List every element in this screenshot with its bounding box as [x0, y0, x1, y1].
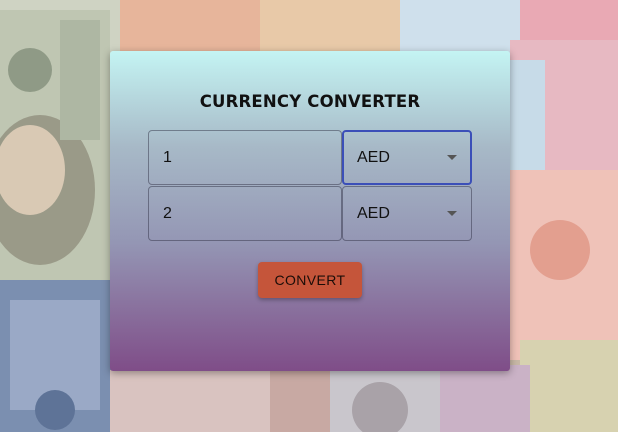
to-currency-select[interactable]: AED — [342, 186, 472, 241]
from-amount-input[interactable] — [149, 131, 341, 184]
to-currency-value: AED — [357, 204, 390, 222]
converter-card: CURRENCY CONVERTER AED AED CONVERT — [110, 51, 510, 371]
convert-button[interactable]: CONVERT — [258, 262, 362, 298]
from-currency-select[interactable]: AED — [342, 130, 472, 185]
from-currency-value: AED — [357, 148, 390, 166]
to-amount-field[interactable] — [148, 186, 342, 241]
to-amount-input[interactable] — [149, 187, 341, 240]
chevron-down-icon — [447, 155, 457, 160]
page-title: CURRENCY CONVERTER — [199, 92, 421, 111]
from-amount-field[interactable] — [148, 130, 342, 185]
chevron-down-icon — [447, 211, 457, 216]
